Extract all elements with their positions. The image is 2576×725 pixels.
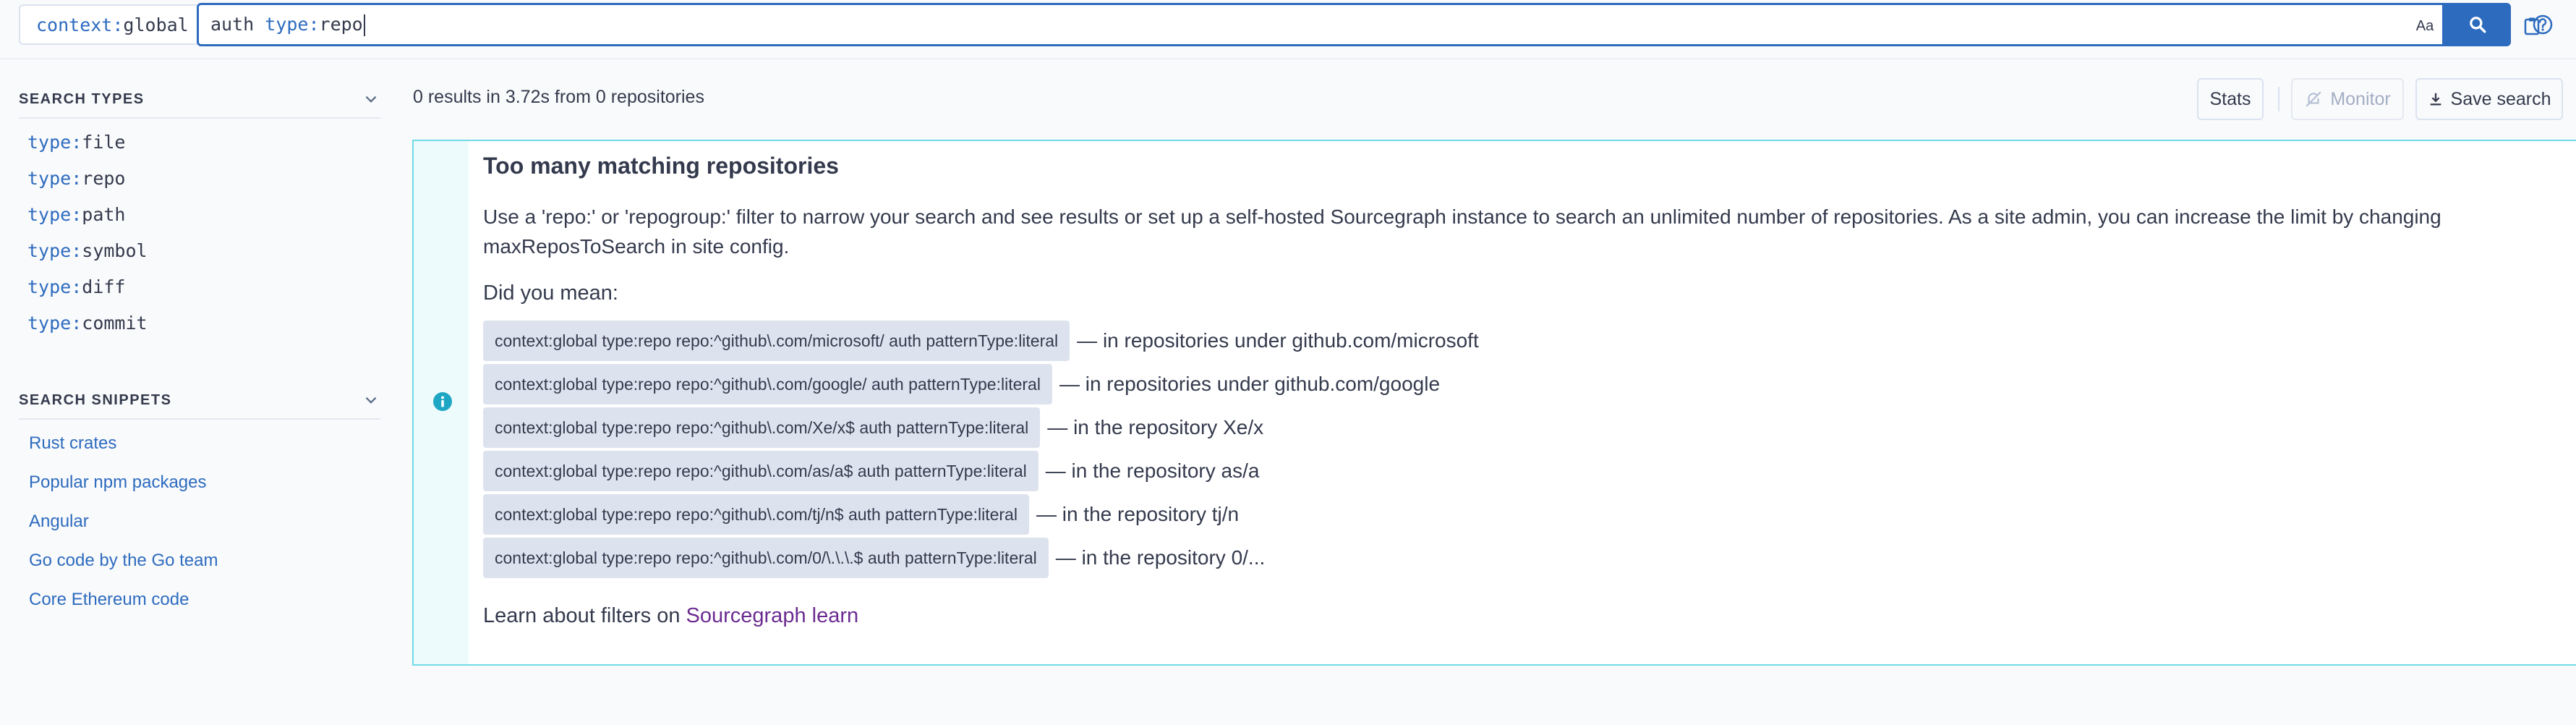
- did-you-mean-label: Did you mean:: [483, 281, 618, 305]
- suggestion-description: — in repositories under github.com/micro…: [1077, 329, 1479, 352]
- suggestion-item: context:global type:repo repo:^github\.c…: [483, 449, 1479, 493]
- snippet-link[interactable]: Rust crates: [19, 424, 380, 463]
- suggested-query-link[interactable]: context:global type:repo repo:^github\.c…: [483, 494, 1029, 535]
- suggestion-description: — in the repository 0/...: [1055, 546, 1266, 569]
- search-sidebar: SEARCH TYPES type:file type:repo type:pa…: [19, 81, 380, 619]
- search-bar: context:global auth type:repo Aa []: [0, 0, 2576, 49]
- save-search-button[interactable]: Save search: [2415, 78, 2563, 120]
- sourcegraph-learn-link[interactable]: Sourcegraph learn: [686, 604, 859, 627]
- suggestion-item: context:global type:repo repo:^github\.c…: [483, 406, 1479, 449]
- snippet-link[interactable]: Core Ethereum code: [19, 580, 380, 619]
- search-type-symbol[interactable]: type:symbol: [19, 233, 380, 269]
- snippet-link[interactable]: Angular: [19, 502, 380, 541]
- alert-title: Too many matching repositories: [483, 153, 839, 179]
- header-divider: [0, 58, 2576, 59]
- suggestion-item: context:global type:repo repo:^github\.c…: [483, 362, 1479, 406]
- stats-button[interactable]: Stats: [2197, 78, 2264, 120]
- search-type-file[interactable]: type:file: [19, 124, 380, 161]
- search-types-header[interactable]: SEARCH TYPES: [19, 81, 380, 119]
- suggested-query-link[interactable]: context:global type:repo repo:^github\.c…: [483, 364, 1052, 404]
- chevron-down-icon: [365, 96, 377, 103]
- suggested-query-link[interactable]: context:global type:repo repo:^github\.c…: [483, 451, 1038, 491]
- suggestion-item: context:global type:repo repo:^github\.c…: [483, 319, 1479, 362]
- learn-filters-text: Learn about filters on Sourcegraph learn: [483, 604, 859, 627]
- suggested-query-link[interactable]: context:global type:repo repo:^github\.c…: [483, 538, 1049, 578]
- search-query-text[interactable]: auth type:repo: [210, 5, 365, 44]
- snippet-link[interactable]: Popular npm packages: [19, 463, 380, 502]
- suggestion-item: context:global type:repo repo:^github\.c…: [483, 536, 1479, 580]
- bell-off-icon: [2306, 91, 2321, 107]
- search-context-dropdown[interactable]: context: global: [19, 4, 197, 45]
- download-icon: [2430, 93, 2441, 106]
- search-button[interactable]: [2444, 3, 2511, 46]
- alert-description: Use a 'repo:' or 'repogroup:' filter to …: [483, 205, 2441, 258]
- search-type-commit[interactable]: type:commit: [19, 305, 380, 342]
- search-type-repo[interactable]: type:repo: [19, 161, 380, 197]
- toolbar-divider: [2278, 87, 2279, 111]
- question-circle-icon: [2533, 14, 2553, 35]
- suggestion-description: — in the repository tj/n: [1036, 503, 1240, 525]
- chevron-down-icon: [365, 397, 377, 404]
- context-value: global: [123, 14, 189, 35]
- context-key: context:: [36, 14, 124, 35]
- monitor-button[interactable]: Monitor: [2291, 78, 2404, 120]
- search-type-path[interactable]: type:path: [19, 197, 380, 233]
- snippet-link[interactable]: Go code by the Go team: [19, 541, 380, 580]
- help-button[interactable]: [2528, 10, 2557, 39]
- text-caret: [363, 14, 365, 36]
- suggestion-item: context:global type:repo repo:^github\.c…: [483, 493, 1479, 536]
- suggested-query-link[interactable]: context:global type:repo repo:^github\.c…: [483, 407, 1041, 448]
- suggested-query-link[interactable]: context:global type:repo repo:^github\.c…: [483, 321, 1070, 361]
- info-icon: [433, 392, 452, 411]
- search-input[interactable]: auth type:repo Aa []: [197, 3, 2540, 46]
- case-sensitivity-toggle[interactable]: Aa: [2410, 14, 2439, 38]
- results-summary: 0 results in 3.72s from 0 repositories: [413, 87, 704, 107]
- too-many-repos-alert: Too many matching repositories Use a 're…: [412, 140, 2576, 666]
- suggestion-description: — in the repository Xe/x: [1047, 416, 1264, 438]
- search-type-diff[interactable]: type:diff: [19, 269, 380, 305]
- search-snippets-header[interactable]: SEARCH SNIPPETS: [19, 382, 380, 420]
- suggestion-list: context:global type:repo repo:^github\.c…: [483, 319, 1479, 580]
- suggestion-description: — in repositories under github.com/googl…: [1059, 373, 1441, 395]
- suggestion-description: — in the repository as/a: [1045, 459, 1260, 482]
- magnifier-icon: [2470, 17, 2486, 33]
